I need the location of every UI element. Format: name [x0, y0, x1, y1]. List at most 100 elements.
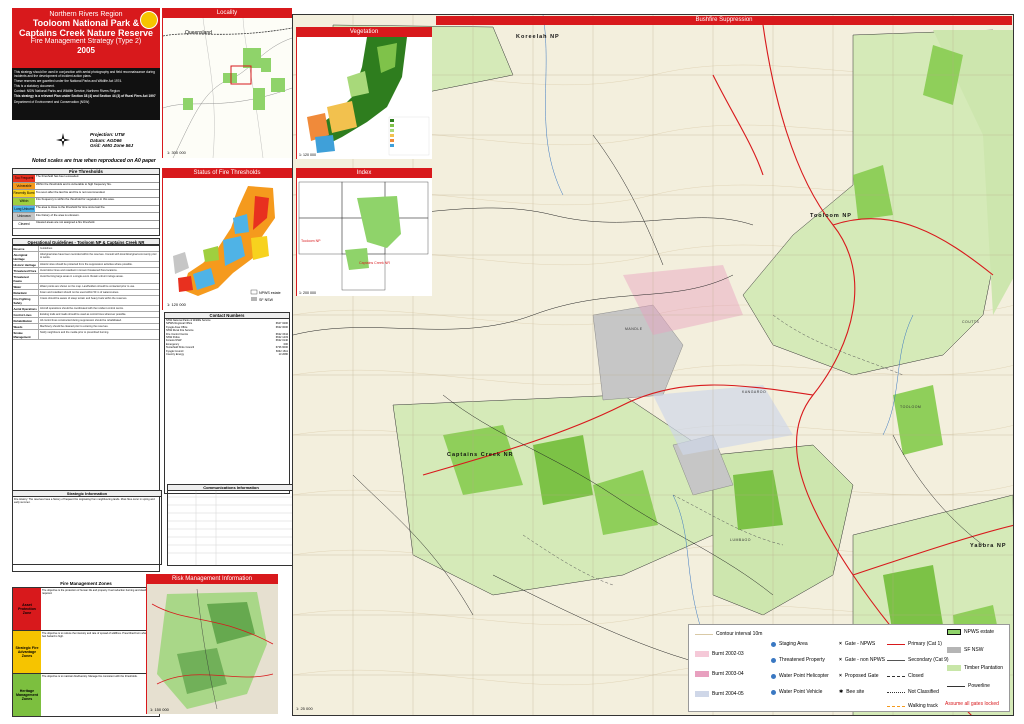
threshold-row: Vulnerable Within the thresholds and is v…: [13, 182, 159, 191]
npws-logo-icon: [140, 11, 158, 29]
operational-heading: Operational Guidelines - Tooloom NP & Ca…: [12, 238, 160, 245]
region-title: Northern Rivers Region: [49, 11, 123, 18]
intro-dept: Department of Environment and Conservati…: [14, 99, 90, 104]
threshold-text: Within the thresholds and is vulnerable …: [36, 182, 112, 186]
operational-value: Water points are shown on the map. Landh…: [40, 284, 135, 288]
risk-map-graphic: 1: 150 000: [147, 584, 278, 714]
operational-value: Machinery should be cleaned prior to ent…: [40, 324, 109, 328]
operational-key: Aerial Operations: [13, 306, 39, 311]
vegetation-map: Vegetation 1: 120 000: [296, 27, 432, 159]
legend-vehicle: Water Point Vehicle: [771, 687, 822, 697]
operational-key: Fire Fighting Safety: [13, 296, 39, 305]
legend-heli: Water Point Helicopter: [771, 671, 829, 681]
communications-table: Communications Information: [167, 484, 295, 566]
legend-burnt3: Burnt 2004-05: [695, 689, 744, 699]
operational-value: Foam and retardant should not be used wi…: [40, 290, 120, 294]
threshold-row: Too Frequent The threshold has been excee…: [13, 175, 159, 183]
fire-zone-text: The objective is the protection of human…: [42, 589, 154, 596]
proposed-gate-icon: ×: [839, 673, 842, 679]
operational-value: Avoid dozer lines and retardant in known…: [40, 268, 118, 272]
legend-power-label: Powerline: [968, 683, 990, 689]
threshold-label: Recently Burnt: [13, 190, 35, 198]
legend-threatened: Threatened Property: [771, 655, 825, 665]
label-tooloom: Tooloom NP: [810, 213, 852, 219]
threshold-label: Unknown: [13, 213, 35, 221]
closed-swatch: [887, 675, 905, 677]
legend-not-class: Not Classified: [887, 687, 939, 697]
operational-key: Threatened Fauna: [13, 274, 39, 283]
legend-heli-label: Water Point Helicopter: [779, 673, 829, 679]
threshold-label: Vulnerable: [13, 182, 35, 190]
legend-contour: Contour interval 10m: [695, 629, 762, 639]
status-legend-sf: SF NSW: [259, 298, 274, 302]
operational-value: Historic sites should be protected from …: [40, 262, 133, 266]
operational-value: Crews should be aware of steep terrain a…: [40, 296, 128, 300]
threshold-row: Recently Burnt Too soon after the last fi…: [13, 190, 159, 199]
operational-value: All control lines constructed during sup…: [40, 318, 122, 322]
label-tooloom-place: TOOLOOM: [900, 405, 922, 409]
threshold-text: Fire history of the area is unknown.: [36, 213, 80, 217]
vegetation-title: Vegetation: [297, 28, 431, 37]
locality-scale: 1: 300 000: [167, 150, 187, 155]
fire-zones-heading: Fire Management Zones: [60, 581, 112, 586]
operational-value: Guidelines: [40, 246, 53, 250]
vehicle-icon: [771, 689, 776, 695]
fire-zone-row: Strategic Fire Advantage Zones The object…: [13, 631, 159, 674]
legend-burnt2-label: Burnt 2003-04: [712, 671, 744, 677]
index-label-tooloom: Tooloom NP: [301, 239, 321, 243]
grid-text: Grid: AMG Zone 56J: [90, 143, 134, 148]
legend-timber-label: Timber Plantation: [964, 665, 1003, 671]
status-scale: 1: 120 000: [167, 302, 187, 307]
locality-map: Locality Queensland 1: 300 000: [162, 8, 293, 159]
threshold-label: Too Frequent: [13, 175, 35, 182]
contact-numbers-table: Contact Numbers NSW National Parks & Wil…: [164, 312, 290, 494]
legend-primary-label: Primary (Cat 1): [908, 641, 942, 647]
legend-sfnsw: SF NSW: [947, 645, 983, 655]
burnt1-swatch: [695, 651, 709, 657]
fire-zone-text: The objective is to maintain biodiversit…: [42, 675, 138, 678]
legend-proposed: × Proposed Gate: [839, 671, 879, 681]
not-class-swatch: [887, 691, 905, 693]
threshold-row: Long Unburnt The area is close to the thr…: [13, 205, 159, 214]
fire-zones-table: Asset Protection Zone The objective is th…: [12, 587, 160, 717]
status-title: Status of Fire Thresholds: [163, 169, 291, 178]
threshold-text: Fire frequency is within the threshold f…: [36, 198, 115, 202]
staging-icon: [771, 641, 776, 647]
strategy-title: Fire Management Strategy (Type 2): [30, 38, 142, 45]
secondary-swatch: [887, 659, 905, 661]
locality-state-label: Queensland: [185, 30, 212, 36]
operational-value: Aboriginal sites have been recorded with…: [40, 252, 157, 259]
contact-name: Country Energy: [166, 353, 185, 357]
map-legend: Contour interval 10m Burnt 2002-03 Burnt…: [688, 624, 1010, 712]
label-kangaroo: KANGAROO: [742, 390, 767, 394]
operational-row: Smoke Management Notify neighbours and th…: [13, 330, 159, 340]
fire-thresholds-table: Fire Thresholds Too Frequent The threshol…: [12, 168, 160, 236]
vegetation-scale: 1: 120 000: [299, 153, 316, 157]
operational-key: Control Lines: [13, 312, 39, 317]
legend-npws-label: NPWS estate: [964, 629, 995, 635]
legend-burnt1: Burnt 2002-03: [695, 649, 744, 659]
legend-bee: ✱ Bee site: [839, 687, 864, 697]
intro-text-2: These reserves are gazetted under the Na…: [14, 79, 123, 84]
intro-text-3: This is a statutory document.: [14, 84, 55, 89]
operational-key: Smoke Management: [13, 330, 39, 339]
threatened-icon: [771, 657, 776, 663]
threshold-row: Cleared Cleared areas are not assigned a …: [13, 221, 159, 229]
threshold-text: The threshold has been exceeded.: [36, 175, 80, 179]
burnt2-swatch: [695, 671, 709, 677]
gate-npws-icon: ×: [839, 641, 842, 647]
operational-row: Aboriginal Heritage Aboriginal sites have…: [13, 252, 159, 262]
timber-swatch: [947, 665, 961, 671]
label-captains: Captains Creek NR: [447, 452, 514, 458]
status-legend-npws: NPWS estate: [259, 291, 281, 295]
legend-closed: Closed: [887, 671, 924, 681]
scale-note: Noted scales are true when reproduced on…: [32, 158, 156, 164]
park-title: Tooloom National Park &: [32, 18, 140, 28]
index-scale: 1: 200 000: [299, 291, 316, 295]
contact-row: Country Energy 13 2080: [165, 353, 289, 356]
title-block: Northern Rivers Region Tooloom National …: [12, 8, 160, 68]
legend-closed-label: Closed: [908, 673, 924, 679]
intro-box: This strategy should be used in conjunct…: [12, 68, 160, 120]
legend-burnt1-label: Burnt 2002-03: [712, 651, 744, 657]
risk-scale: 1: 150 000: [150, 707, 170, 712]
